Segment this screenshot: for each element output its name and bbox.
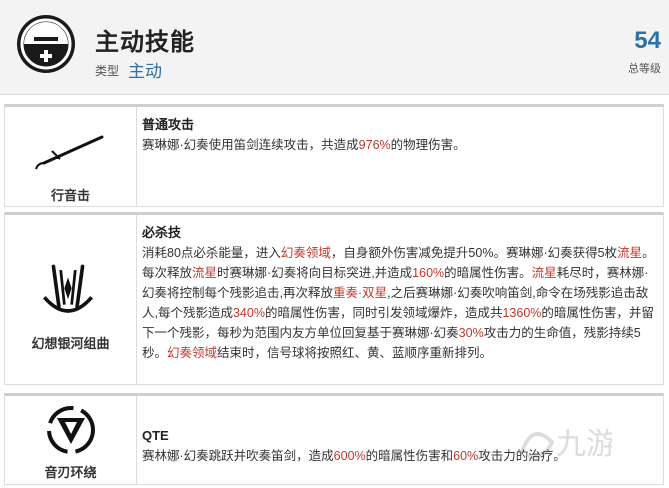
desc-text: 赛琳娜·幻奏使用笛剑连续攻击，共造成 bbox=[142, 138, 359, 152]
highlight-text: 1360% bbox=[502, 306, 542, 320]
skill-desc-text: 消耗80点必杀能量，进入幻奏领域，自身额外伤害减免提升50%。赛琳娜·幻奏获得5… bbox=[142, 243, 655, 363]
crossed-flutes-icon bbox=[42, 264, 94, 313]
highlight-text: 重奏·双星 bbox=[332, 286, 388, 300]
svg-text:九游: 九游 bbox=[556, 427, 612, 462]
desc-text: 时赛琳娜·幻奏将向目标突进,并造成 bbox=[217, 266, 413, 280]
watermark-logo: 九游 bbox=[512, 412, 616, 472]
skill-label: 行音击 bbox=[50, 188, 90, 203]
highlight-text: 流星 bbox=[531, 266, 557, 280]
skill-name: 必杀技 bbox=[142, 225, 182, 240]
highlight-text: 幻奏领域 bbox=[167, 346, 218, 360]
skill-label: 幻想银河组曲 bbox=[31, 336, 110, 351]
desc-text: 的物理伤害。 bbox=[390, 138, 466, 152]
triangle-ring-icon bbox=[47, 406, 95, 454]
desc-text: 的暗属性伤害。 bbox=[444, 266, 532, 280]
baton-sword-icon bbox=[35, 135, 104, 170]
highlight-text: 流星 bbox=[192, 266, 218, 280]
skill-desc-text: 赛琳娜·幻奏使用笛剑连续攻击，共造成976%的物理伤害。 bbox=[142, 135, 655, 155]
minus-plus-badge-icon bbox=[17, 15, 75, 73]
type-value: 主动 bbox=[128, 62, 162, 81]
total-level-value: 54 bbox=[634, 27, 661, 54]
skill-description: 必杀技 消耗80点必杀能量，进入幻奏领域，自身额外伤害减免提升50%。赛琳娜·幻… bbox=[142, 223, 655, 363]
page-title: 主动技能 bbox=[95, 29, 195, 56]
desc-text: 的暗属性伤害和 bbox=[365, 449, 454, 463]
highlight-text: 幻奏领域 bbox=[280, 246, 331, 260]
desc-text: 赛林娜·幻奏跳跃并吹奏笛剑，造成 bbox=[142, 449, 334, 463]
highlight-text: 600% bbox=[333, 449, 366, 463]
desc-text: ，自身额外伤害减免提升50%。赛琳娜·幻奏获得5枚 bbox=[330, 246, 618, 260]
skill-icon-cell: 幻想银河组曲 bbox=[5, 215, 137, 384]
highlight-text: 60% bbox=[453, 449, 479, 463]
highlight-text: 30% bbox=[458, 326, 484, 340]
highlight-text: 340% bbox=[232, 306, 265, 320]
skill-icon-cell: 音刃环绕 bbox=[5, 396, 137, 484]
type-label: 类型 bbox=[95, 64, 120, 78]
skill-row-normal-attack: 行音击 普通攻击 赛琳娜·幻奏使用笛剑连续攻击，共造成976%的物理伤害。 bbox=[4, 104, 664, 207]
desc-text: 消耗80点必杀能量，进入 bbox=[142, 246, 281, 260]
skill-label: 音刃环绕 bbox=[44, 465, 97, 480]
skill-icon-cell: 行音击 bbox=[5, 107, 137, 206]
total-level-label: 总等级 bbox=[628, 63, 661, 75]
skill-description: 普通攻击 赛琳娜·幻奏使用笛剑连续攻击，共造成976%的物理伤害。 bbox=[142, 115, 655, 155]
highlight-text: 160% bbox=[412, 266, 445, 280]
skill-name: 普通攻击 bbox=[142, 117, 195, 132]
skill-row-ultimate: 幻想银河组曲 必杀技 消耗80点必杀能量，进入幻奏领域，自身额外伤害减免提升50… bbox=[4, 212, 664, 385]
desc-text: 结束时，信号球将按照红、黄、蓝顺序重新排列。 bbox=[217, 346, 493, 360]
desc-text: 的暗属性伤害，同时引发领域爆炸，造成共 bbox=[264, 306, 503, 320]
highlight-text: 流星 bbox=[617, 246, 643, 260]
skill-header: 主动技能 类型 主动 54 总等级 bbox=[0, 0, 669, 95]
highlight-text: 976% bbox=[358, 138, 391, 152]
